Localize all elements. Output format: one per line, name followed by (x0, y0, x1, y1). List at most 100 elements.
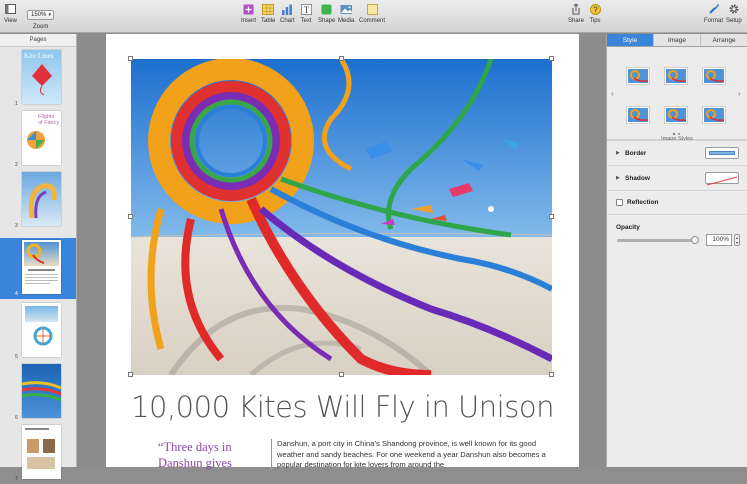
resize-handle-bottom-left[interactable] (128, 372, 133, 377)
page-thumbnail-5[interactable]: 5 (0, 301, 76, 362)
format-label: Format (704, 18, 724, 24)
document-page: 10,000 Kites Will Fly in Unison “Three d… (106, 34, 579, 471)
page-thumbnail-image: Kite Lines (22, 50, 61, 104)
share-button[interactable]: Share (568, 3, 584, 25)
pages-sidebar: Pages Kite Lines 1 Flights of Fancy 2 3 (0, 34, 77, 482)
chart-label: Chart (280, 18, 295, 24)
no-shadow-icon (706, 176, 738, 186)
insert-label: Insert (241, 18, 257, 24)
tab-style[interactable]: Style (607, 34, 654, 46)
toolbar: View 150% ▾ Zoom Insert Table Chart T Te… (0, 0, 747, 33)
opacity-label: Opacity (616, 224, 640, 231)
resize-handle-top-left[interactable] (128, 56, 133, 61)
table-button[interactable]: Table (261, 3, 275, 25)
zoom-value: 150% (31, 12, 47, 18)
table-label: Table (261, 18, 276, 24)
image-style-swatch[interactable] (664, 67, 688, 85)
zoom-select[interactable]: 150% ▾ (27, 10, 54, 20)
chevron-right-icon[interactable]: › (738, 89, 741, 98)
opacity-slider-knob[interactable] (691, 236, 699, 244)
chevron-down-icon: ▾ (735, 240, 738, 245)
page-number: 3 (15, 223, 18, 229)
opacity-value-field[interactable]: 100% (706, 234, 732, 246)
image-style-swatch[interactable] (702, 67, 726, 85)
kite-illustration-icon (32, 64, 52, 96)
image-style-swatch[interactable] (626, 106, 650, 124)
pinwheel-illustration-icon (27, 131, 45, 149)
page-number: 6 (15, 415, 18, 421)
resize-handle-bottom-right[interactable] (549, 372, 554, 377)
image-styles-panel: ‹ › Image Styles (607, 47, 747, 142)
thumbnail-title: Kite Lines (24, 52, 54, 60)
border-style-well[interactable] (705, 147, 739, 159)
media-icon (340, 3, 353, 15)
shape-icon (321, 3, 333, 15)
opacity-stepper[interactable]: ▴ ▾ (734, 234, 740, 246)
tab-image[interactable]: Image (654, 34, 701, 46)
view-label: View (4, 18, 17, 24)
page-thumbnail-2[interactable]: Flights of Fancy 2 (0, 109, 76, 170)
reflection-checkbox[interactable] (616, 199, 623, 206)
document-canvas: 10,000 Kites Will Fly in Unison “Three d… (78, 34, 606, 471)
text-icon: T (300, 3, 312, 15)
page-thumbnail-7[interactable]: 7 (0, 423, 76, 484)
chart-button[interactable]: Chart (280, 3, 295, 25)
page-number: 2 (15, 162, 18, 168)
view-icon (4, 3, 16, 15)
resize-handle-bottom[interactable] (339, 372, 344, 377)
share-icon (570, 3, 582, 15)
disclosure-triangle-icon[interactable]: ▶ (616, 175, 620, 181)
page-thumbnail-image (22, 364, 61, 418)
page-thumbnail-1[interactable]: Kite Lines 1 (0, 48, 76, 109)
text-button[interactable]: T Text (300, 3, 312, 25)
tips-button[interactable]: ? Tips (589, 3, 601, 25)
kite-photo[interactable] (131, 59, 552, 375)
page-thumbnail-image (22, 172, 61, 226)
opacity-slider-track[interactable] (617, 239, 695, 242)
chevron-down-icon: ▾ (48, 12, 51, 18)
comment-label: Comment (359, 18, 386, 24)
shape-label: Shape (318, 18, 336, 24)
thumbnail-title: Flights of Fancy (38, 114, 60, 126)
comment-button[interactable]: Comment (359, 3, 385, 25)
inspector-tabs: Style Image Arrange (607, 34, 747, 47)
setup-label: Setup (726, 18, 742, 24)
setup-button[interactable]: Setup (726, 3, 742, 25)
page-thumbnail-6[interactable]: 6 (0, 362, 76, 423)
reflection-row: Reflection (607, 190, 747, 214)
shadow-row: ▶ Shadow (607, 165, 747, 190)
page-indicator-dot[interactable] (673, 133, 675, 135)
insert-icon (243, 3, 255, 15)
page-thumbnail-4[interactable]: 4 (0, 238, 76, 299)
page-thumbnail-3[interactable]: 3 (0, 170, 76, 231)
image-style-swatch[interactable] (702, 106, 726, 124)
page-indicator-dot[interactable] (678, 133, 680, 135)
image-style-swatch[interactable] (664, 106, 688, 124)
page-thumbnail-image: Flights of Fancy (22, 111, 61, 165)
tab-arrange[interactable]: Arrange (701, 34, 747, 46)
resize-handle-top-right[interactable] (549, 56, 554, 61)
pull-quote[interactable]: “Three days in Danshun gives (158, 439, 248, 471)
resize-handle-top[interactable] (339, 56, 344, 61)
format-button[interactable]: Format (704, 3, 723, 25)
kite-illustration-icon (33, 326, 53, 346)
media-button[interactable]: Media (338, 3, 354, 25)
tips-icon: ? (589, 3, 601, 15)
resize-handle-right[interactable] (549, 214, 554, 219)
disclosure-triangle-icon[interactable]: ▶ (616, 150, 620, 156)
border-label: Border (625, 150, 647, 157)
view-button[interactable]: View (4, 3, 17, 25)
svg-text:T: T (303, 5, 309, 15)
svg-text:?: ? (593, 5, 598, 14)
image-style-swatch[interactable] (626, 67, 650, 85)
article-headline[interactable]: 10,000 Kites Will Fly in Unison (106, 390, 579, 424)
article-body-text[interactable]: Danshun, a port city in China’s Shandong… (271, 439, 561, 471)
border-row: ▶ Border (607, 140, 747, 165)
shadow-style-well[interactable] (705, 172, 739, 186)
page-thumbnail-image (22, 303, 61, 357)
shape-button[interactable]: Shape (318, 3, 335, 25)
resize-handle-left[interactable] (128, 214, 133, 219)
insert-button[interactable]: Insert (241, 3, 256, 25)
paintbrush-icon (708, 3, 720, 15)
chevron-left-icon[interactable]: ‹ (611, 89, 614, 98)
